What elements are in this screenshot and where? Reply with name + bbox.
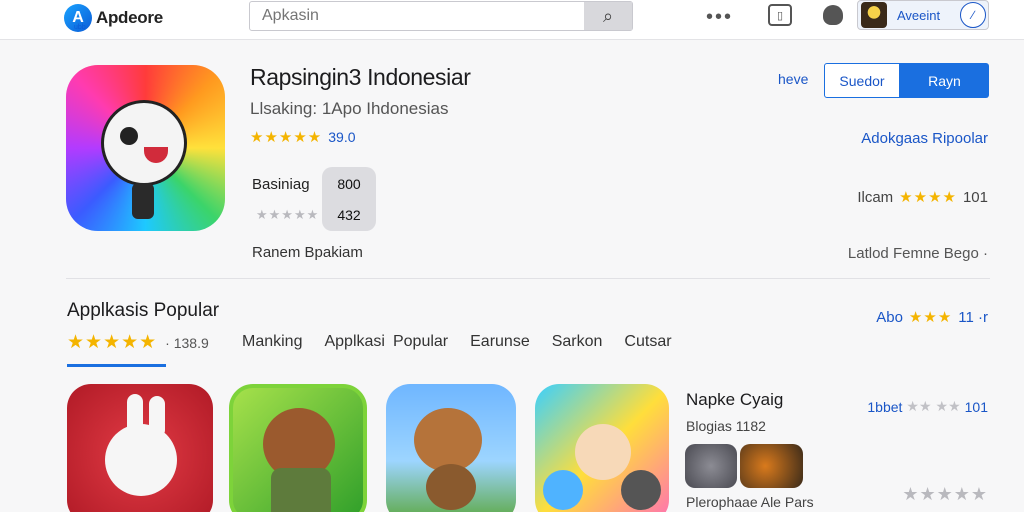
featured-thumbnail[interactable] [740, 444, 803, 488]
tab-applkasi[interactable]: Applkasi [324, 333, 384, 351]
stat-stars-icon: ★★★★★ [256, 207, 320, 222]
app-subtitle: Llsaking: 1Apo Ihdonesias [250, 99, 449, 118]
right-rating: Ilcam ★★★★ 101 [857, 188, 988, 207]
mascot-eye [120, 127, 138, 145]
featured-footer: Plerophaae Ale Pars [686, 494, 814, 510]
section-right-label: Abo [876, 308, 903, 326]
active-tab-underline [67, 364, 166, 367]
rating-stars-icon: ★★★★★ [250, 129, 323, 146]
section-rating-stars-icon: ★★★★★ [67, 332, 158, 353]
bunny-ear-icon [127, 394, 143, 438]
tab-popular[interactable]: Popular [393, 333, 448, 351]
mascot-face [104, 103, 184, 183]
stat-label: Basiniag [252, 176, 310, 193]
search-input[interactable] [250, 2, 584, 30]
featured-rating-value: 101 [964, 398, 988, 415]
bear-body-icon [271, 468, 331, 512]
notification-icon[interactable] [823, 5, 843, 25]
popular-apps-link[interactable]: Adokgaas Ripoolar [861, 130, 988, 147]
featured-rating: 1bbet ★★ ★★ 101 [867, 398, 988, 415]
section-right-value: 11 ·r [958, 308, 988, 326]
right-rating-value: 101 [962, 188, 988, 206]
search-icon: ⌕ [602, 5, 614, 26]
beaver-icon [414, 408, 482, 472]
bunny-ear-icon [149, 396, 165, 438]
secondary-button[interactable]: Suedor [824, 63, 900, 98]
share-link[interactable]: heve [778, 71, 808, 87]
divider [66, 278, 990, 279]
microphone-icon [132, 183, 154, 219]
clipboard-icon[interactable]: ▯ [768, 4, 792, 26]
more-menu-icon[interactable]: ••• [706, 6, 733, 29]
stat-value-2: 432 [337, 207, 361, 223]
avatar [861, 2, 887, 28]
section-rating: ★★★★★ · 138.9 [67, 331, 209, 354]
app-title: Rapsingin3 Indonesiar [250, 64, 471, 90]
featured-rating-grey-stars-icon: ★★ [935, 398, 961, 414]
app-rating: ★★★★★ 39.0 [250, 128, 356, 146]
tab-sarkon[interactable]: Sarkon [552, 333, 603, 351]
tab-earunse[interactable]: Earunse [470, 333, 530, 351]
logo-subtext: ubb [74, 24, 86, 31]
featured-title: Napke Cyaig [686, 390, 784, 409]
account-name: Aveeint [897, 7, 941, 23]
section-right-stars-icon: ★★★ [908, 309, 953, 326]
tab-cutsar[interactable]: Cutsar [624, 333, 671, 351]
character-icon [575, 424, 631, 480]
tab-ranking[interactable]: Manking [242, 333, 302, 351]
section-rating-value: · 138.9 [165, 334, 209, 351]
rate-stars-icon[interactable]: ★★★★★ [902, 484, 988, 505]
search-button[interactable]: ⌕ [584, 2, 632, 30]
beaver-small-icon [426, 464, 476, 510]
top-bar: A Apdeore ubb ⌕ ••• ▯ Aveeint ∕ [0, 0, 1024, 40]
featured-rating-stars-icon: ★★ [906, 398, 932, 414]
section-title: Applkasis Popular [67, 300, 220, 321]
search-bar: ⌕ [249, 1, 633, 31]
right-rating-label: Ilcam [857, 188, 894, 206]
app-card-bear[interactable] [229, 384, 367, 512]
app-card-circus[interactable] [535, 384, 669, 512]
stat-value-1: 800 [337, 176, 361, 192]
section-right-rating: Abo ★★★ 11 ·r [876, 308, 988, 327]
rating-value: 39.0 [328, 129, 356, 145]
section-tabs: Manking Applkasi Popular Earunse Sarkon … [242, 333, 694, 351]
logo-text: Apdeore [96, 8, 163, 27]
wheel-icon [621, 470, 661, 510]
ball-icon [543, 470, 583, 510]
stat-box: 800 432 [322, 167, 376, 231]
account-button[interactable]: Aveeint ∕ [857, 0, 989, 30]
app-card-beaver[interactable] [386, 384, 516, 512]
featured-rating-label: 1bbet [867, 398, 903, 415]
right-rating-stars-icon: ★★★★ [899, 189, 957, 206]
edit-icon[interactable]: ∕ [960, 2, 986, 28]
featured-thumbnail[interactable] [685, 444, 737, 488]
app-card-bunny[interactable] [67, 384, 213, 512]
developer-link[interactable]: Ranem Bpakiam [252, 244, 363, 261]
install-button[interactable]: Rayn [900, 63, 989, 98]
featured-subtitle: Blogias 1182 [686, 418, 766, 434]
app-icon [66, 65, 225, 231]
more-info-link[interactable]: Latlod Femne Bego · [848, 245, 988, 262]
